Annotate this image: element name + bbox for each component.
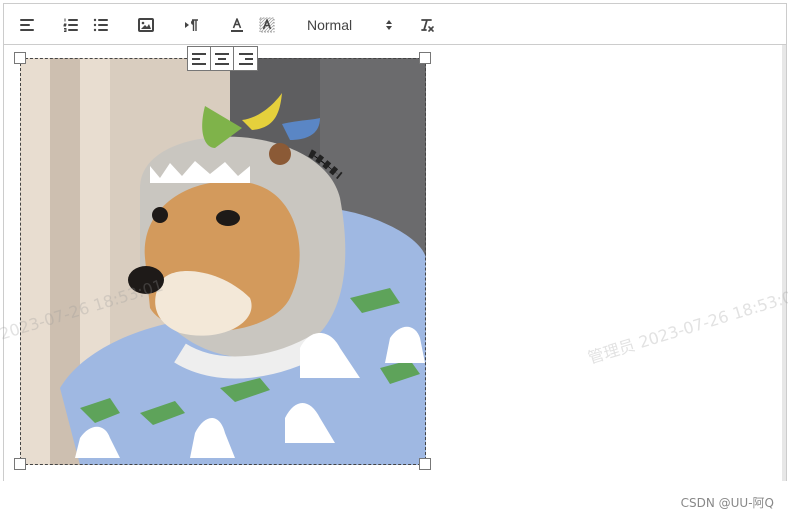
align-right-icon [238,52,253,65]
editor-content[interactable] [4,45,786,481]
csdn-credit: CSDN @UU-阿Q [680,496,774,510]
text-direction-icon [185,19,198,31]
resize-handle-top-right[interactable] [419,52,431,64]
ordered-list-button[interactable] [59,13,83,37]
text-direction-button[interactable] [180,13,204,37]
insert-image-button[interactable] [134,13,158,37]
background-color-button[interactable] [255,13,279,37]
shiba-dog-photo[interactable] [20,58,426,465]
editor-scrollbar[interactable] [782,45,786,481]
bullet-list-icon [93,18,108,32]
align-left-icon [192,52,206,65]
resize-handle-bottom-right[interactable] [419,458,431,470]
image-align-center-button[interactable] [211,47,234,70]
image-align-right-button[interactable] [234,47,257,70]
font-color-button[interactable] [225,13,249,37]
resize-handle-bottom-left[interactable] [14,458,26,470]
align-center-icon [215,52,229,65]
header-picker[interactable]: Normal [300,13,400,37]
clear-format-button[interactable] [415,13,439,37]
clear-format-icon [421,19,434,32]
image-align-left-button[interactable] [188,47,211,70]
header-picker-label: Normal [307,17,353,33]
image-align-toolbar [187,46,258,71]
dog-photo-image [20,58,426,465]
ordered-list-icon [63,18,78,32]
image-icon [138,18,154,32]
background-color-icon [259,17,275,33]
bullet-list-button[interactable] [89,13,113,37]
resize-handle-top-left[interactable] [14,52,26,64]
sort-arrows-icon [386,20,392,30]
align-left-icon [20,19,34,31]
editor-toolbar: Normal [4,4,786,45]
align-button[interactable] [15,13,39,37]
font-color-icon [231,18,243,32]
rich-text-editor: Normal [3,3,787,481]
